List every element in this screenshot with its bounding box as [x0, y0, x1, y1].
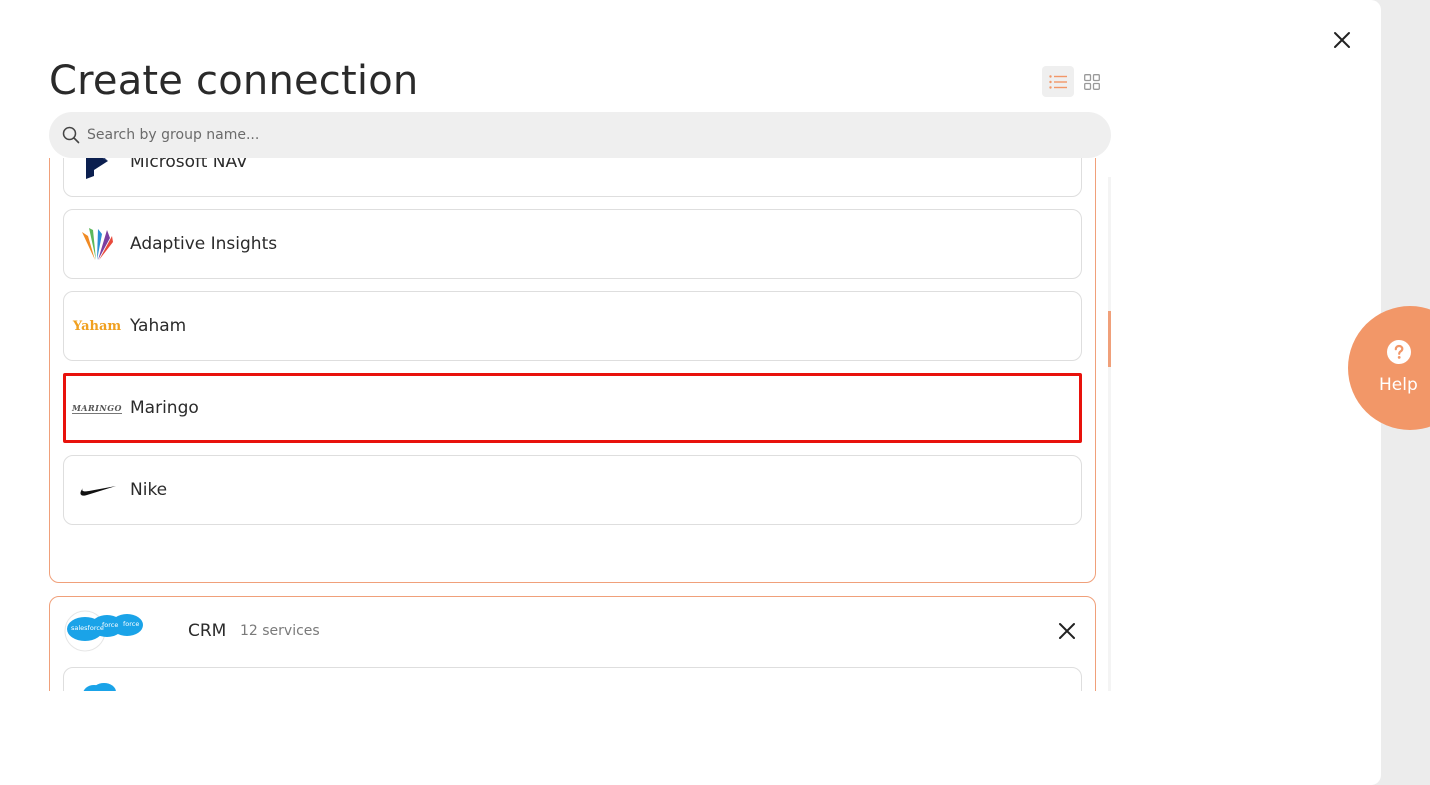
list-item-salesforce[interactable]	[63, 667, 1082, 691]
yaham-logo-text: Yaham	[72, 318, 122, 334]
salesforce-logo	[82, 682, 118, 691]
list-view-button[interactable]	[1042, 66, 1074, 97]
close-icon	[1059, 623, 1075, 639]
grid-view-button[interactable]	[1076, 66, 1108, 97]
item-label: Yaham	[130, 316, 187, 336]
yaham-logo: Yaham	[64, 306, 130, 346]
item-label: Adaptive Insights	[130, 234, 278, 254]
collapse-group-button[interactable]	[1055, 619, 1079, 643]
salesforce-logo-text: force	[123, 620, 139, 628]
item-label: Nike	[130, 480, 168, 500]
group-service-count: 12 services	[240, 623, 320, 639]
list-item-nike[interactable]: Nike	[63, 455, 1082, 525]
search-input[interactable]	[87, 127, 987, 143]
nike-swoosh-logo	[64, 470, 130, 510]
group-title: CRM	[188, 621, 227, 641]
search-bar	[49, 112, 1111, 158]
search-icon	[62, 126, 80, 144]
page-title: Create connection	[49, 58, 419, 104]
view-toggle	[1042, 66, 1108, 97]
item-label: Maringo	[130, 398, 199, 418]
list-item-maringo[interactable]: MARINGO Maringo	[63, 373, 1082, 443]
grid-icon	[1084, 73, 1100, 90]
help-icon	[1387, 340, 1411, 364]
salesforce-logos: salesforce force force	[63, 609, 143, 653]
service-group: Microsoft NAV Adaptive Insights Yaham Ya…	[49, 158, 1096, 583]
create-connection-modal: Create connection Search by group name..…	[0, 0, 1381, 785]
connection-list: Microsoft NAV Adaptive Insights Yaham Ya…	[49, 158, 1111, 691]
adaptive-insights-logo	[64, 224, 130, 264]
salesforce-logo-text: force	[102, 621, 118, 629]
item-label: Microsoft NAV	[130, 158, 248, 172]
list-scrollbar[interactable]	[1108, 177, 1111, 691]
list-item-microsoft-nav[interactable]: Microsoft NAV	[63, 158, 1082, 197]
list-item-yaham[interactable]: Yaham Yaham	[63, 291, 1082, 361]
service-group-crm[interactable]: salesforce force force CRM 12 services	[49, 596, 1096, 691]
help-label: Help	[1379, 375, 1418, 395]
close-icon	[1334, 32, 1350, 48]
maringo-logo: MARINGO	[64, 388, 130, 428]
close-modal-button[interactable]	[1330, 28, 1354, 52]
list-item-adaptive-insights[interactable]: Adaptive Insights	[63, 209, 1082, 279]
list-icon	[1049, 74, 1067, 89]
maringo-logo-text: MARINGO	[71, 402, 123, 414]
salesforce-logo-text: salesforce	[71, 624, 104, 632]
scrollbar-thumb[interactable]	[1108, 311, 1111, 367]
microsoft-dynamics-logo	[64, 158, 130, 182]
